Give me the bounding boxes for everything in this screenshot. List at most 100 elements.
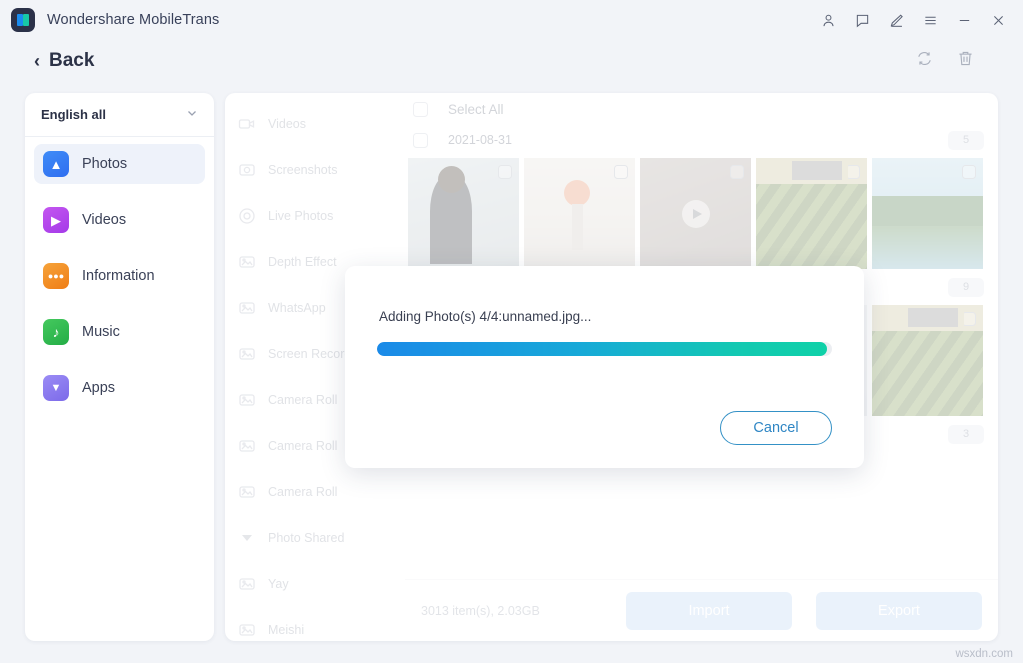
group-count-badge: 9 (948, 277, 984, 297)
category-label: Camera Roll (268, 439, 338, 453)
watermark: wsxdn.com (955, 648, 1013, 660)
feedback-icon[interactable] (845, 5, 879, 35)
sidebar-item-label: Music (82, 324, 120, 340)
thumb-leaves[interactable] (756, 158, 867, 269)
thumb-person[interactable] (408, 158, 519, 269)
thumb-palm-beach[interactable] (872, 158, 983, 269)
photo-icon (237, 252, 257, 272)
category-group-photo-shared[interactable]: Photo Shared (225, 515, 405, 561)
thumb-checkbox[interactable] (962, 312, 976, 326)
item-count-label: 3013 item(s), 2.03GB (421, 603, 540, 618)
category-item-yay[interactable]: Yay (225, 561, 405, 607)
thumbnail-row (405, 155, 998, 272)
action-footer: 3013 item(s), 2.03GB Import Export (405, 579, 998, 641)
thumb-video-clip[interactable] (640, 158, 751, 269)
photo-icon (237, 620, 257, 640)
sidebar-item-label: Videos (82, 212, 127, 228)
date-group-header[interactable]: 2021-08-31 5 (405, 125, 998, 155)
thumb-checkbox[interactable] (846, 165, 860, 179)
menu-icon[interactable] (913, 5, 947, 35)
sidebar-item-information[interactable]: ●●● Information (34, 256, 205, 296)
thumb-checkbox[interactable] (498, 165, 512, 179)
progress-bar-fill (377, 342, 828, 356)
photo-icon (237, 574, 257, 594)
thumb-checkbox[interactable] (730, 165, 744, 179)
sidebar-nav: ▲ Photos ▶ Videos ●●● Information ♪ Musi… (25, 137, 214, 408)
photo-icon (237, 298, 257, 318)
progress-dialog: Adding Photo(s) 4/4:unnamed.jpg... Cance… (345, 266, 864, 468)
thumb-flowers[interactable] (524, 158, 635, 269)
category-label: Meishi (268, 623, 305, 637)
category-item-screenshots[interactable]: Screenshots (225, 147, 405, 193)
group-count-badge: 5 (948, 130, 984, 150)
refresh-icon[interactable] (915, 49, 934, 73)
category-label: Camera Roll (268, 485, 338, 499)
edit-icon[interactable] (879, 5, 913, 35)
chevron-down-icon (186, 107, 198, 122)
logo-shape-teal (23, 14, 29, 26)
category-label: Screenshots (268, 163, 338, 177)
back-button[interactable]: ‹ Back (34, 50, 94, 72)
select-all-row[interactable]: Select All (405, 93, 998, 125)
thumb-checkbox[interactable] (614, 165, 628, 179)
export-button[interactable]: Export (816, 591, 982, 630)
sidebar-item-photos[interactable]: ▲ Photos (34, 144, 205, 184)
sidebar-item-label: Apps (82, 380, 116, 396)
category-label: Camera Roll (268, 393, 338, 407)
video-camera-icon (237, 114, 257, 134)
select-all-checkbox[interactable] (413, 101, 428, 117)
app-title: Wondershare MobileTrans (47, 12, 220, 28)
group-checkbox[interactable] (413, 132, 428, 148)
sidebar-item-label: Information (82, 268, 155, 284)
language-selector[interactable]: English all (25, 93, 214, 137)
window-controls (811, 5, 1023, 35)
category-item-live-photos[interactable]: Live Photos (225, 193, 405, 239)
chevron-left-icon: ‹ (34, 51, 40, 71)
language-label: English all (41, 107, 107, 122)
category-label: Videos (268, 117, 306, 131)
photo-icon (237, 344, 257, 364)
thumb-checkbox[interactable] (962, 165, 976, 179)
content-toolbar (915, 49, 1023, 73)
thumb-leaves-2[interactable] (872, 305, 983, 416)
title-bar: Wondershare MobileTrans (0, 0, 1023, 40)
live-photo-icon (237, 206, 257, 226)
sidebar-item-label: Photos (82, 156, 128, 172)
back-bar: ‹ Back (0, 40, 1023, 82)
group-count-badge: 3 (948, 424, 984, 444)
photo-icon (237, 482, 257, 502)
sidebar-item-apps[interactable]: ▼ Apps (34, 368, 205, 408)
screenshot-icon (237, 160, 257, 180)
photo-icon (237, 436, 257, 456)
progress-bar (377, 342, 832, 356)
delete-icon[interactable] (956, 49, 975, 73)
category-label: Live Photos (268, 209, 334, 223)
category-item-videos[interactable]: Videos (225, 101, 405, 147)
category-label: Photo Shared (268, 531, 345, 545)
videos-icon: ▶ (43, 207, 69, 233)
app-window: Wondershare MobileTrans ‹ Back English a… (0, 0, 1023, 663)
select-all-label: Select All (448, 101, 504, 117)
back-label: Back (49, 50, 95, 71)
group-date: 2021-08-31 (448, 133, 512, 147)
sidebar: English all ▲ Photos ▶ Videos ●●● Inform… (25, 93, 214, 641)
import-button[interactable]: Import (626, 591, 792, 630)
category-item-meishi[interactable]: Meishi (225, 607, 405, 641)
close-icon[interactable] (981, 5, 1015, 35)
app-logo-icon (11, 8, 35, 32)
apps-icon: ▼ (43, 375, 69, 401)
account-icon[interactable] (811, 5, 845, 35)
sidebar-item-music[interactable]: ♪ Music (34, 312, 205, 352)
triangle-down-icon (237, 528, 257, 548)
play-icon (681, 199, 710, 228)
category-label: Yay (268, 577, 289, 591)
cancel-button[interactable]: Cancel (720, 411, 832, 445)
progress-message: Adding Photo(s) 4/4:unnamed.jpg... (379, 309, 592, 324)
information-icon: ●●● (43, 263, 69, 289)
sidebar-item-videos[interactable]: ▶ Videos (34, 200, 205, 240)
music-icon: ♪ (43, 319, 69, 345)
category-item-camera-roll-3[interactable]: Camera Roll (225, 469, 405, 515)
photos-icon: ▲ (43, 151, 69, 177)
photo-icon (237, 390, 257, 410)
minimize-icon[interactable] (947, 5, 981, 35)
